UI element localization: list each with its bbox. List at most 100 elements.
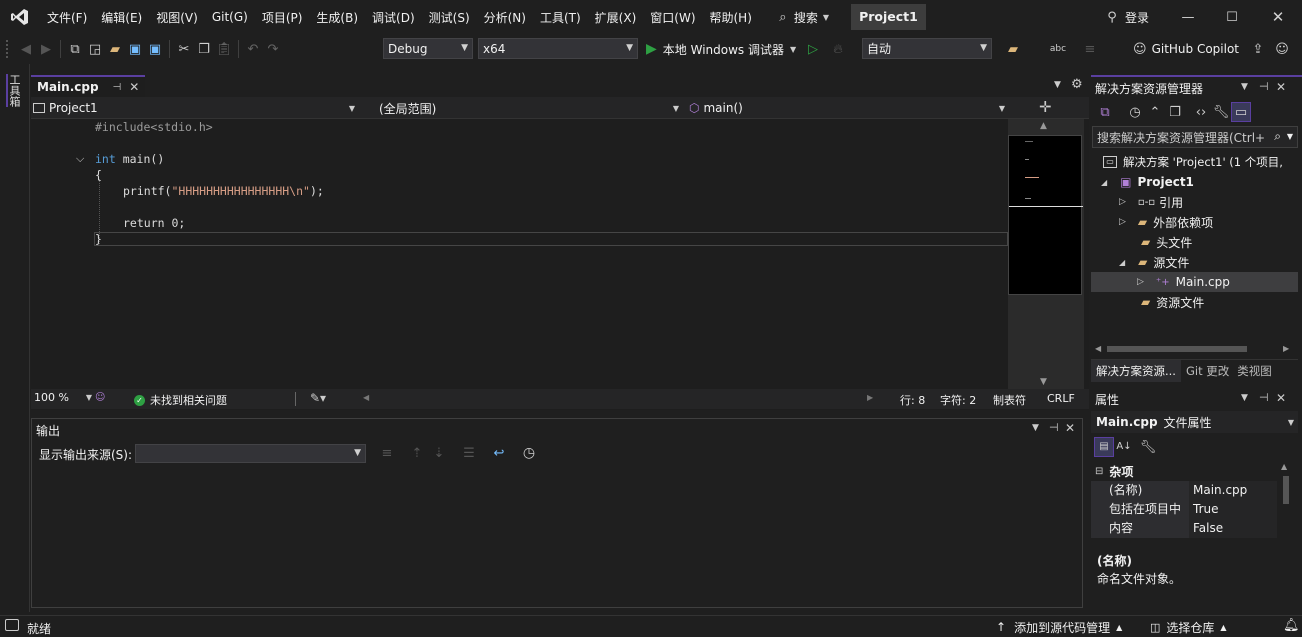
collapse-main-icon[interactable]: ⌵ [76, 152, 84, 166]
notification-bell-icon[interactable]: 🔔︎ [1283, 618, 1300, 633]
cut-icon[interactable]: ✂ [174, 39, 194, 59]
split-editor-icon[interactable]: ✛ [1039, 98, 1052, 116]
menu-view[interactable]: 视图(V) [149, 0, 205, 34]
copy-icon[interactable]: ❐ [194, 39, 214, 59]
line-indicator[interactable]: 行: 8 [900, 392, 925, 408]
word-wrap-icon[interactable]: ↩ [489, 443, 509, 463]
tree-item-main-cpp[interactable]: ▷ ⁺+ Main.cpp [1091, 272, 1298, 292]
property-row[interactable]: 包括在项目中 True [1091, 500, 1298, 519]
login-button[interactable]: ⚲ 登录 [1103, 0, 1149, 34]
tab-solution-explorer[interactable]: 解决方案资源... [1091, 359, 1181, 382]
visual-studio-logo-icon[interactable] [0, 0, 40, 34]
menu-test[interactable]: 测试(S) [422, 0, 477, 34]
scroll-right-icon[interactable]: ▶ [1283, 344, 1289, 353]
redo-icon[interactable]: ↷ [263, 39, 283, 59]
minimap-scrollbar[interactable]: ▲ ▼ [1008, 119, 1084, 389]
switch-views-icon[interactable]: ⧉ [1095, 102, 1115, 122]
scroll-left-icon[interactable]: ◀ [1095, 344, 1101, 353]
nav-function-dropdown[interactable]: ⬡ main() ▼ [689, 99, 1005, 117]
zoom-dropdown[interactable]: 100 % ▼ [34, 391, 92, 404]
nav-project-dropdown[interactable]: Project1 ▼ [33, 99, 355, 117]
open-folder-icon[interactable]: ▰ [105, 39, 125, 59]
menu-build[interactable]: 生成(B) [309, 0, 365, 34]
preview-selected-icon[interactable]: ▭ [1231, 102, 1251, 122]
find-message-icon[interactable]: ≡ [377, 443, 397, 463]
code-cleanup-icon[interactable]: ✎▾ [310, 391, 326, 405]
tree-item-solution[interactable]: ▭ 解决方案 'Project1' (1 个项目, [1091, 152, 1291, 172]
copilot-status-icon[interactable]: ☺ [95, 392, 105, 403]
property-row[interactable]: 内容 False [1091, 519, 1298, 538]
close-panel-icon[interactable]: ✕ [1065, 421, 1075, 435]
nav-scope-dropdown[interactable]: (全局范围) ▼ [379, 99, 679, 117]
menu-project[interactable]: 项目(P) [255, 0, 310, 34]
tab-list-dropdown-icon[interactable]: ▼ [1054, 80, 1061, 90]
tree-item-external-deps[interactable]: ▷ ▰ 外部依赖项 [1091, 212, 1291, 232]
scroll-thumb[interactable] [1107, 346, 1247, 352]
eol-indicator[interactable]: CRLF [1047, 392, 1075, 405]
issues-indicator[interactable]: ✓ 未找到相关问题 [134, 392, 227, 408]
solution-hscrollbar[interactable]: ◀ ▶ [1091, 343, 1298, 355]
scroll-down-icon[interactable]: ▼ [1040, 377, 1047, 387]
menu-analyze[interactable]: 分析(N) [477, 0, 533, 34]
tree-item-resources[interactable]: ▰ 资源文件 [1091, 292, 1291, 312]
char-indicator[interactable]: 字符: 2 [940, 392, 976, 408]
tab-git-changes[interactable]: Git 更改 [1181, 360, 1234, 382]
tree-item-headers[interactable]: ▰ 头文件 [1091, 232, 1291, 252]
property-row[interactable]: (名称) Main.cpp [1091, 481, 1298, 500]
menu-file[interactable]: 文件(F) [40, 0, 94, 34]
tab-main-cpp[interactable]: Main.cpp ⊣ ✕ [31, 75, 146, 97]
toolbox-tab[interactable]: 工具箱 [6, 74, 22, 107]
clock-icon[interactable]: ◷ [519, 443, 539, 463]
close-icon[interactable]: ✕ [1268, 7, 1288, 27]
close-tab-icon[interactable]: ✕ [129, 80, 139, 94]
new-project-icon[interactable]: ⧉ [65, 39, 85, 59]
clear-all-icon[interactable]: ☰ [459, 443, 479, 463]
history-icon[interactable]: ◷ [1125, 102, 1145, 122]
search-button[interactable]: ⌕ 搜索 ▼ [769, 0, 835, 34]
platform-dropdown[interactable]: x64 ▼ [478, 38, 638, 59]
save-all-icon[interactable]: ▣ [145, 39, 165, 59]
close-panel-icon[interactable]: ✕ [1276, 80, 1286, 94]
scroll-thumb[interactable] [1283, 476, 1289, 504]
scroll-up-icon[interactable]: ▲ [1040, 121, 1047, 131]
share-icon[interactable]: ⇪ [1248, 39, 1268, 59]
pin-icon[interactable]: ⊣ [1049, 421, 1059, 434]
menu-window[interactable]: 窗口(W) [643, 0, 702, 34]
menu-help[interactable]: 帮助(H) [703, 0, 759, 34]
collapse-all-icon[interactable]: ⌃ [1145, 102, 1165, 122]
tab-class-view[interactable]: 类视图 [1234, 360, 1275, 382]
select-repository-button[interactable]: ◫ 选择仓库 ▲ [1150, 618, 1227, 636]
paste-icon[interactable]: 📋︎ [214, 39, 234, 59]
alphabetical-icon[interactable]: A↓ [1114, 437, 1134, 457]
solution-search-box[interactable]: 搜索解决方案资源管理器(Ctrl+;) ⌕ ▼ [1092, 126, 1298, 148]
menu-extensions[interactable]: 扩展(X) [588, 0, 644, 34]
properties-wrench-icon[interactable]: 🔧︎ [1211, 102, 1231, 122]
back-icon[interactable]: ◀ [16, 39, 36, 59]
property-grid-scrollbar[interactable]: ▲ [1281, 462, 1291, 542]
scroll-left-icon[interactable]: ◀ [363, 393, 369, 402]
view-code-icon[interactable]: ‹› [1191, 102, 1211, 122]
collapse-category-icon[interactable]: ⊟ [1095, 466, 1103, 477]
auto-dropdown[interactable]: 自动 ▼ [862, 38, 992, 59]
menu-git[interactable]: Git(G) [205, 0, 255, 34]
solution-folder-icon[interactable]: ▰ [1003, 39, 1023, 59]
save-icon[interactable]: ▣ [125, 39, 145, 59]
menu-edit[interactable]: 编辑(E) [94, 0, 149, 34]
close-panel-icon[interactable]: ✕ [1276, 391, 1286, 405]
feedback-icon[interactable]: ☺ [1272, 39, 1292, 59]
next-message-icon[interactable]: ⇣ [429, 443, 449, 463]
configuration-dropdown[interactable]: Debug ▼ [383, 38, 473, 59]
panel-menu-icon[interactable]: ▼ [1241, 393, 1248, 403]
scroll-right-icon[interactable]: ▶ [867, 393, 873, 402]
property-pages-icon[interactable]: 🔧︎ [1138, 437, 1158, 457]
panel-menu-icon[interactable]: ▼ [1241, 82, 1248, 92]
categorized-icon[interactable]: ▤ [1094, 437, 1114, 457]
add-to-source-control-button[interactable]: ↑ 添加到源代码管理 ▲ [996, 618, 1122, 636]
minimize-icon[interactable]: — [1178, 7, 1198, 27]
category-misc[interactable]: ⊟ 杂项 [1091, 462, 1291, 480]
tree-item-sources[interactable]: ◢ ▰ 源文件 [1091, 252, 1291, 272]
tab-mode-indicator[interactable]: 制表符 [993, 392, 1026, 408]
undo-icon[interactable]: ↶ [243, 39, 263, 59]
maximize-icon[interactable]: ☐ [1222, 7, 1242, 27]
tree-item-references[interactable]: ▷ ▫‐▫ 引用 [1091, 192, 1291, 212]
